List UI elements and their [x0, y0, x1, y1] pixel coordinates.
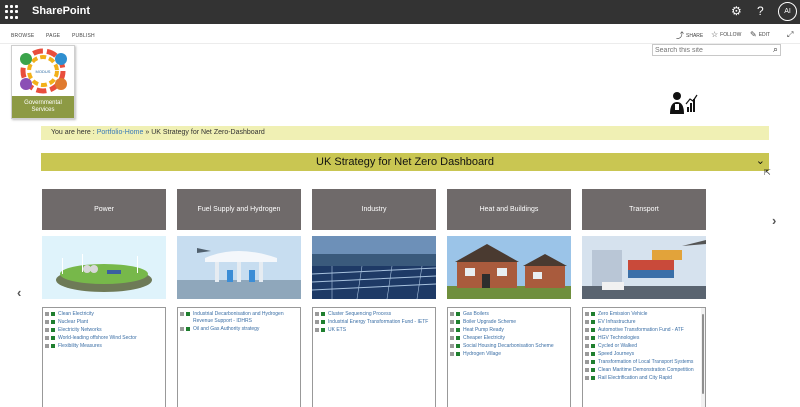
edit-label: EDIT — [758, 32, 771, 38]
star-icon: ☆ — [711, 30, 719, 39]
tile-transport[interactable]: Transport — [582, 189, 706, 230]
logo-caption-line2: Services — [31, 107, 55, 113]
search-icon[interactable]: ⌕ — [773, 44, 778, 55]
logo-caption-line1: Governmental — [24, 100, 62, 106]
tile-power[interactable]: Power — [42, 189, 166, 230]
gear-icon[interactable]: ⚙ — [731, 4, 742, 18]
transport-list-scrollbar[interactable] — [701, 308, 705, 407]
app-title[interactable]: SharePoint — [32, 5, 90, 17]
list-item[interactable]: Industrial Energy Transformation Fund - … — [315, 319, 433, 326]
site-logo[interactable]: MODUS Governmental Services — [11, 45, 75, 119]
focus-content-button[interactable]: ⤢ — [787, 30, 795, 40]
fuel-supply-hydrogen-image[interactable] — [177, 236, 301, 299]
power-image[interactable] — [42, 236, 166, 299]
tab-browse[interactable]: BROWSE — [11, 33, 34, 39]
list-item[interactable]: Electricity Networks — [45, 327, 163, 334]
share-button[interactable]: ⤴ SHARE — [676, 30, 703, 41]
list-item[interactable]: Automotive Transformation Fund - ATF — [585, 327, 703, 334]
list-item[interactable]: Clean Maritime Demonstration Competition — [585, 367, 703, 374]
follow-label: FOLLOW — [720, 32, 742, 38]
list-item[interactable]: Heat Pump Ready — [450, 327, 568, 334]
list-item[interactable]: Flexibility Measures — [45, 343, 163, 350]
power-list: Clean Electricity Nuclear Plant Electric… — [42, 307, 166, 407]
ribbon: BROWSE PAGE PUBLISH ⤴ SHARE ☆ FOLLOW ✎ EDIT… — [0, 24, 800, 44]
list-item[interactable]: Gas Boilers — [450, 311, 568, 318]
tile-heat-buildings[interactable]: Heat and Buildings — [447, 189, 571, 230]
app-launcher-icon[interactable] — [5, 5, 19, 19]
list-item[interactable]: UK ETS — [315, 327, 433, 334]
list-item[interactable]: Social Housing Decarbonisation Scheme — [450, 343, 568, 350]
list-item[interactable]: EV Infrastructure — [585, 319, 703, 326]
tile-fuel-supply-hydrogen[interactable]: Fuel Supply and Hydrogen — [177, 189, 301, 230]
logo-caption: Governmental Services — [12, 96, 74, 118]
expand-icon: ⤢ — [787, 30, 794, 39]
list-item[interactable]: Rail Electrification and City Rapid — [585, 375, 703, 382]
follow-button[interactable]: ☆ FOLLOW — [711, 30, 741, 39]
chevron-left-icon: ‹ — [17, 285, 22, 300]
list-item[interactable]: Clean Electricity — [45, 311, 163, 318]
industry-list: Cluster Sequencing Process Industrial En… — [312, 307, 436, 407]
breadcrumb: You are here : Portfolio-Home » UK Strat… — [41, 126, 769, 140]
tab-page[interactable]: PAGE — [46, 33, 60, 39]
list-item[interactable]: World-leading offshore Wind Sector — [45, 335, 163, 342]
fuel-supply-hydrogen-list: Industrial Decarbonisation and Hydrogen … — [177, 307, 301, 407]
list-item[interactable]: Boiler Upgrade Scheme — [450, 319, 568, 326]
transport-list: Zero Emission Vehicle EV Infrastructure … — [582, 307, 706, 407]
page-title: UK Strategy for Net Zero Dashboard — [316, 156, 494, 168]
dashboard-banner[interactable]: UK Strategy for Net Zero Dashboard ⌄ — [41, 153, 769, 171]
chevron-right-icon: › — [772, 213, 777, 228]
industry-image[interactable] — [312, 236, 436, 299]
logo-small-text: MODUS — [36, 69, 51, 74]
scrollbar-thumb[interactable] — [702, 314, 704, 394]
avatar[interactable]: AI — [778, 2, 797, 21]
list-item[interactable]: Speed Journeys — [585, 351, 703, 358]
tile-industry[interactable]: Industry — [312, 189, 436, 230]
tab-publish[interactable]: PUBLISH — [72, 33, 95, 39]
carousel-prev-button[interactable]: ‹ — [17, 285, 21, 300]
list-item[interactable]: Nuclear Plant — [45, 319, 163, 326]
share-icon: ⤴ — [676, 31, 684, 40]
list-item[interactable]: Zero Emission Vehicle — [585, 311, 703, 318]
breadcrumb-home-link[interactable]: Portfolio-Home — [97, 129, 144, 136]
list-item[interactable]: HGV Technologies — [585, 335, 703, 342]
people-analytics-icon[interactable] — [668, 90, 698, 116]
share-label: SHARE — [686, 33, 704, 39]
search-box: ⌕ — [652, 44, 781, 56]
list-item[interactable]: Cheaper Electricity — [450, 335, 568, 342]
breadcrumb-prefix: You are here : — [51, 129, 95, 136]
list-item[interactable]: Hydrogen Village — [450, 351, 568, 358]
list-item[interactable]: Cycled or Walked — [585, 343, 703, 350]
breadcrumb-current: UK Strategy for Net Zero-Dashboard — [151, 129, 265, 136]
list-item[interactable]: Industrial Decarbonisation and Hydrogen … — [180, 311, 298, 325]
list-item[interactable]: Transformation of Local Transport System… — [585, 359, 703, 366]
heat-buildings-image[interactable] — [447, 236, 571, 299]
edit-button[interactable]: ✎ EDIT — [750, 30, 770, 39]
search-input[interactable] — [655, 45, 763, 55]
suite-bar: SharePoint ⚙ ? AI — [0, 0, 800, 24]
carousel-next-button[interactable]: › — [772, 213, 776, 228]
breadcrumb-separator: » — [145, 129, 150, 136]
pencil-icon: ✎ — [750, 30, 757, 39]
list-item[interactable]: Cluster Sequencing Process — [315, 311, 433, 318]
mouse-cursor-icon: ⇱ — [764, 168, 771, 177]
transport-image[interactable] — [582, 236, 706, 299]
list-item[interactable]: Oil and Gas Authority strategy — [180, 326, 298, 333]
logo-gears-icon: MODUS — [20, 48, 67, 94]
heat-buildings-list: Gas Boilers Boiler Upgrade Scheme Heat P… — [447, 307, 571, 407]
help-icon[interactable]: ? — [757, 4, 764, 18]
